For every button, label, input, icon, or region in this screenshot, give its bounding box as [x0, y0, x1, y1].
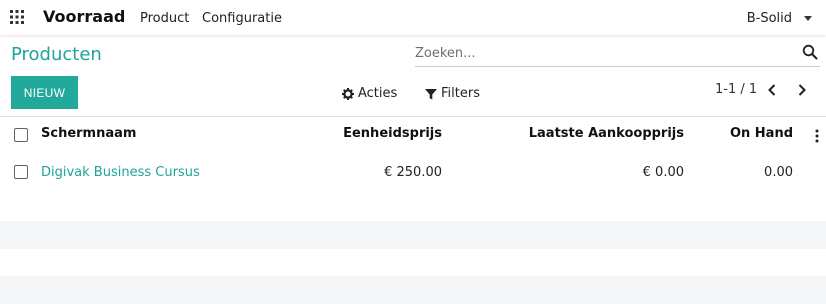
on-hand-cell: 0.00 [764, 165, 793, 180]
column-header-name[interactable]: Schermnaam [41, 126, 136, 141]
menu-product[interactable]: Product [140, 11, 189, 26]
new-button[interactable]: NIEUW [11, 76, 78, 109]
product-name-cell[interactable]: Digivak Business Cursus [41, 165, 200, 180]
unit-price-cell: € 250.00 [384, 165, 442, 180]
chevron-left-icon[interactable] [765, 82, 779, 98]
top-navbar: Voorraad Product Configuratie B-Solid [0, 0, 826, 35]
caret-down-icon[interactable] [804, 16, 812, 21]
select-all-checkbox[interactable] [14, 128, 28, 142]
filters-label: Filters [441, 86, 480, 101]
menu-configuratie[interactable]: Configuratie [202, 11, 282, 26]
search-input[interactable] [415, 43, 785, 63]
table-header: Schermnaam Eenheidsprijs Laatste Aankoop… [0, 116, 826, 154]
empty-row [0, 276, 826, 304]
actions-button[interactable]: Acties [342, 86, 397, 101]
chevron-right-icon[interactable] [795, 82, 809, 98]
filter-icon [425, 88, 437, 99]
column-header-unit-price[interactable]: Eenheidsprijs [343, 126, 442, 141]
empty-row [0, 221, 826, 249]
last-purchase-price-cell: € 0.00 [642, 165, 684, 180]
table-row[interactable]: Digivak Business Cursus € 250.00 € 0.00 … [0, 153, 826, 191]
search-icon[interactable] [802, 44, 818, 60]
page-title[interactable]: Producten [11, 44, 102, 65]
company-switcher[interactable]: B-Solid [747, 11, 792, 26]
app-name[interactable]: Voorraad [43, 7, 125, 26]
column-header-on-hand[interactable]: On Hand [730, 126, 793, 141]
column-header-last-purchase-price[interactable]: Laatste Aankoopprijs [529, 126, 684, 141]
row-checkbox[interactable] [14, 165, 28, 179]
filters-button[interactable]: Filters [425, 86, 480, 101]
gear-icon [342, 87, 354, 100]
search-bar [415, 40, 820, 67]
actions-label: Acties [358, 86, 398, 101]
pager-value[interactable]: 1-1 / 1 [715, 82, 757, 97]
kebab-icon[interactable] [814, 128, 820, 143]
apps-icon[interactable] [10, 10, 24, 24]
